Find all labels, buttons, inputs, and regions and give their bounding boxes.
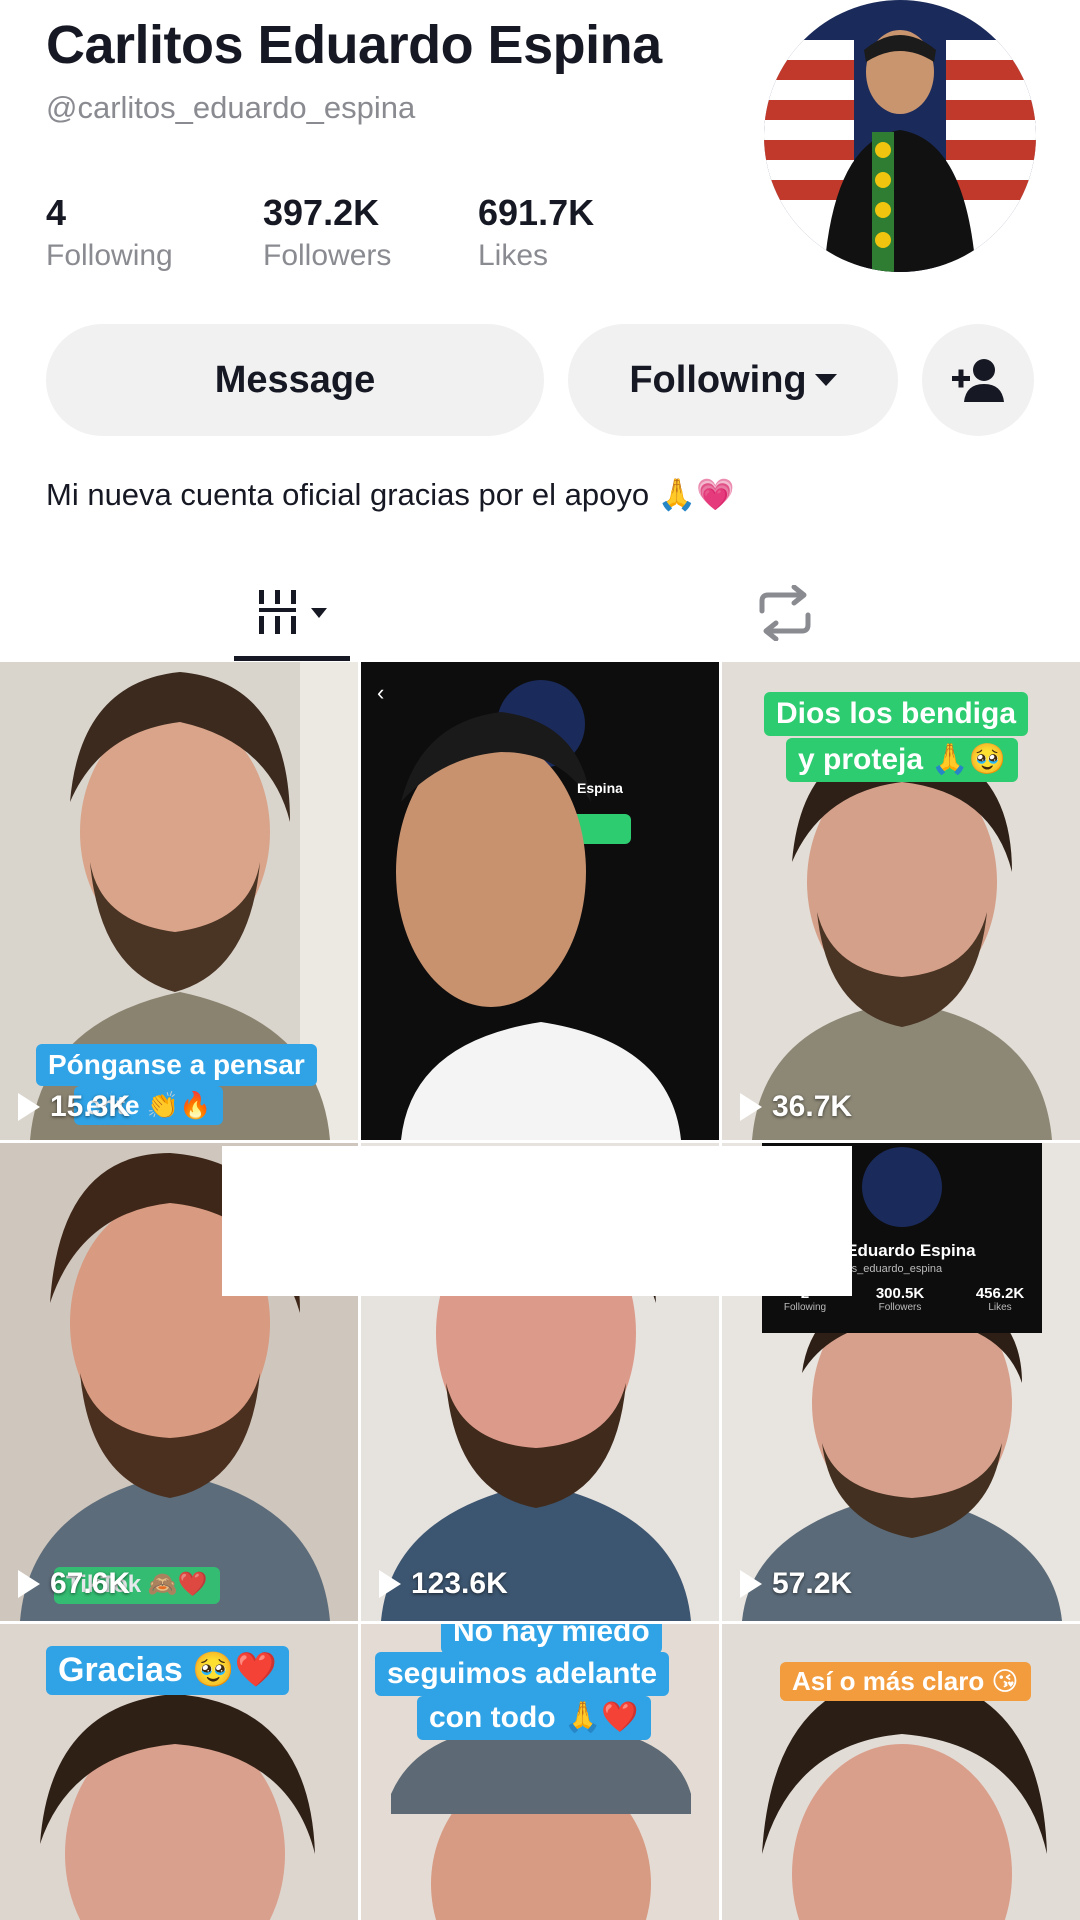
stat-followers[interactable]: 397.2K Followers: [263, 192, 391, 276]
stat-followers-value: 397.2K: [263, 192, 380, 233]
grid-icon: [259, 590, 327, 634]
stat-following-value: 4: [46, 192, 67, 233]
caret-down-icon: [814, 374, 837, 386]
add-user-icon: [952, 359, 1004, 402]
stat-followers-label: Followers: [263, 239, 392, 272]
video-tile-3[interactable]: Dios los bendiga y proteja 🙏🥹 36.7K: [722, 662, 1080, 1140]
embedded-stat-label: Followers: [878, 1302, 922, 1313]
display-name: Carlitos Eduardo Espina: [46, 15, 662, 75]
video-caption: Dios los bendiga: [764, 692, 1029, 736]
add-friend-button[interactable]: [922, 324, 1034, 436]
video-tile-1[interactable]: Pónganse a pensar ente 👏🔥 15.3K: [0, 662, 358, 1140]
stat-likes-label: Likes: [478, 239, 549, 272]
video-tile-8[interactable]: No hay miedo seguimos adelante con todo …: [361, 1624, 719, 1920]
back-icon: ‹: [377, 680, 385, 705]
video-views: 36.7K: [740, 1090, 852, 1124]
video-views: 15.3K: [18, 1090, 130, 1124]
play-icon: [18, 1093, 40, 1121]
video-views: 123.6K: [379, 1567, 508, 1601]
message-button-label: Message: [214, 358, 376, 401]
username: @carlitos_eduardo_espina: [46, 90, 416, 125]
play-icon: [18, 1570, 40, 1598]
view-count: 67.6K: [50, 1567, 131, 1600]
repost-icon: [759, 585, 811, 641]
play-icon: [379, 1570, 401, 1598]
overlay-shirt: [222, 1146, 852, 1296]
tab-reposts[interactable]: [730, 568, 840, 658]
video-tile-7[interactable]: Gracias 🥹❤️: [0, 1624, 358, 1920]
video-caption: No hay miedo: [441, 1624, 662, 1654]
video-tile-2[interactable]: ‹ Espina: [361, 662, 719, 1140]
video-caption-line3: con todo 🙏❤️: [417, 1696, 651, 1740]
video-caption: Gracias 🥹❤️: [46, 1646, 289, 1695]
stat-following[interactable]: 4 Following: [46, 192, 173, 276]
stat-likes-value: 691.7K: [478, 192, 595, 233]
video-caption-line2: seguimos adelante: [375, 1652, 670, 1696]
embedded-stat-label: Likes: [988, 1302, 1012, 1313]
embedded-stat-value: 456.2K: [975, 1285, 1025, 1302]
video-tile-9[interactable]: Así o más claro 😘: [722, 1624, 1080, 1920]
profile-bio: Mi nueva cuenta oficial gracias por el a…: [46, 477, 735, 512]
embedded-stat-label: Following: [783, 1302, 827, 1313]
view-count: 36.7K: [772, 1090, 853, 1123]
stat-following-label: Following: [46, 239, 173, 272]
following-button[interactable]: Following: [568, 324, 898, 436]
message-button[interactable]: Message: [46, 324, 544, 436]
video-thumbnail: [361, 662, 719, 1140]
embedded-profile-name: s Eduardo Espina: [832, 1241, 976, 1260]
tab-videos-indicator: [234, 656, 350, 661]
video-caption: Así o más claro 😘: [780, 1662, 1031, 1702]
view-count: 15.3K: [50, 1090, 131, 1123]
play-icon: [740, 1570, 762, 1598]
view-count: 123.6K: [411, 1567, 508, 1600]
avatar[interactable]: [764, 0, 1036, 272]
profile-header: Carlitos Eduardo Espina @carlitos_eduard…: [0, 0, 1080, 661]
video-views: 67.6K: [18, 1567, 130, 1601]
play-icon: [740, 1093, 762, 1121]
view-count: 57.2K: [772, 1567, 853, 1600]
video-caption-line2: y proteja 🙏🥹: [786, 738, 1019, 782]
video-caption: Pónganse a pensar: [36, 1044, 317, 1086]
stat-likes[interactable]: 691.7K Likes: [478, 192, 594, 276]
embedded-stat-value: 300.5K: [875, 1285, 925, 1302]
following-button-label: Following: [629, 358, 807, 401]
tab-videos[interactable]: [230, 568, 360, 658]
embedded-profile-username: itos_eduardo_espina: [840, 1263, 943, 1275]
embedded-profile-name: Espina: [577, 780, 623, 796]
video-views: 57.2K: [740, 1567, 852, 1601]
